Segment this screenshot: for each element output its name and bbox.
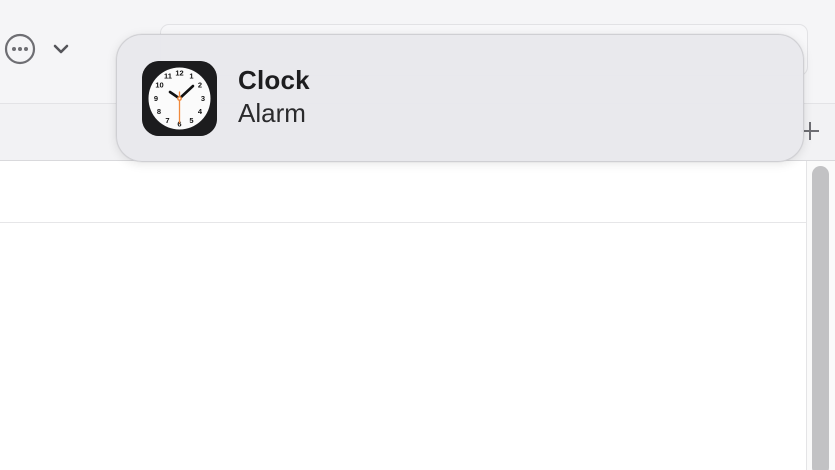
svg-text:11: 11 — [164, 72, 172, 81]
more-options-button[interactable] — [4, 33, 36, 70]
divider — [0, 222, 806, 223]
svg-text:9: 9 — [154, 94, 158, 103]
svg-text:5: 5 — [189, 116, 193, 125]
notification-banner[interactable]: 12 1 2 3 4 5 6 7 8 9 10 11 Clock Alarm — [116, 34, 804, 162]
chevron-menu-button[interactable] — [50, 40, 72, 62]
svg-text:12: 12 — [175, 69, 183, 78]
page-content — [0, 161, 806, 470]
svg-text:8: 8 — [157, 107, 161, 116]
screen: 12 1 2 3 4 5 6 7 8 9 10 11 Clock Alarm — [0, 0, 835, 470]
svg-text:7: 7 — [165, 116, 169, 125]
svg-text:10: 10 — [155, 81, 163, 90]
svg-text:1: 1 — [189, 72, 193, 81]
svg-text:3: 3 — [201, 94, 205, 103]
scrollbar-thumb[interactable] — [812, 166, 829, 470]
chevron-down-icon — [52, 42, 70, 60]
notification-message: Alarm — [238, 98, 306, 128]
svg-text:2: 2 — [198, 81, 202, 90]
clock-icon: 12 1 2 3 4 5 6 7 8 9 10 11 — [142, 61, 217, 136]
notification-title: Clock — [238, 65, 310, 95]
ellipsis-circle-icon — [4, 33, 36, 70]
